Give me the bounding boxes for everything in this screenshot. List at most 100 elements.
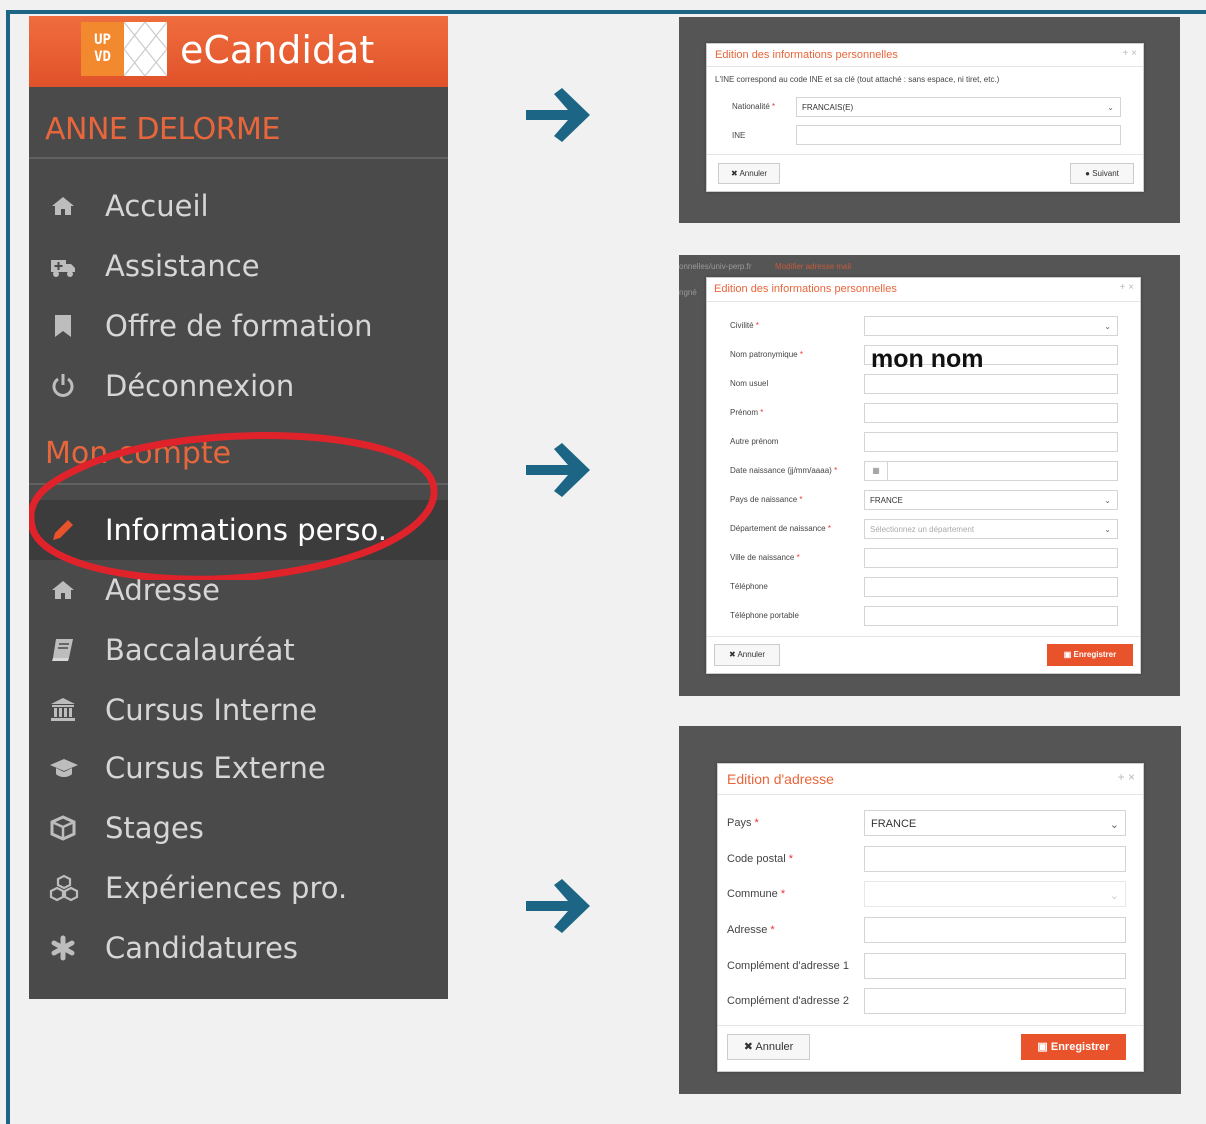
divider	[707, 301, 1140, 302]
field-label: Téléphone portable	[730, 611, 799, 620]
field-label: Département de naissance *	[730, 524, 831, 533]
arrow-right-icon	[526, 88, 590, 142]
chevron-down-icon: ⌄	[1104, 525, 1111, 534]
logo-mark-icon	[123, 21, 168, 77]
nom-usuel-input[interactable]	[864, 374, 1118, 394]
divider	[29, 483, 448, 485]
nav-label: Accueil	[105, 189, 209, 223]
field-label: Complément d'adresse 1	[727, 960, 849, 972]
chevron-down-icon: ⌄	[1104, 496, 1111, 505]
pays-select[interactable]: FRANCE ⌄	[864, 810, 1126, 836]
app-name: eCandidat	[180, 28, 375, 72]
nav-item-offre-de-formation[interactable]: Offre de formation	[29, 296, 448, 356]
screenshot-panel-address: Edition d'adresse + × Pays * FRANCE ⌄ Cod…	[679, 726, 1181, 1094]
book-icon	[49, 636, 77, 664]
home-icon	[49, 192, 77, 220]
background-link: Modifier adresse mail	[775, 262, 852, 271]
field-label: Autre prénom	[730, 437, 779, 446]
ville-naissance-input[interactable]	[864, 548, 1118, 568]
user-name: ANNE DELORME	[45, 112, 280, 147]
nav-item-assistance[interactable]: Assistance	[29, 236, 448, 296]
prenom-input[interactable]	[864, 403, 1118, 423]
nav-label: Adresse	[105, 573, 220, 607]
divider	[707, 154, 1143, 155]
cubes-icon	[49, 874, 79, 902]
sidebar-header: UP VD eCandidat	[29, 16, 448, 87]
field-label: Prénom *	[730, 408, 764, 417]
telephone-input[interactable]	[864, 577, 1118, 597]
autre-prenom-input[interactable]	[864, 432, 1118, 452]
nav-label: Cursus Externe	[105, 751, 326, 785]
field-label: Nom usuel	[730, 379, 769, 388]
commune-select[interactable]: ⌄	[864, 881, 1126, 907]
dialog-window-controls[interactable]: + ×	[1123, 48, 1137, 59]
pays-naissance-select[interactable]: FRANCE ⌄	[864, 490, 1118, 510]
field-label: Civilité *	[730, 321, 759, 330]
nav-item-informations-perso[interactable]: Informations perso.	[29, 500, 448, 560]
frame-border-top	[6, 10, 1206, 14]
dialog-personal-info: Edition des informations personnelles + …	[706, 277, 1141, 674]
background-text: onnelles/univ-perp.fr	[679, 262, 752, 271]
chevron-down-icon: ⌄	[1109, 819, 1119, 831]
complement-adresse-1-input[interactable]	[864, 953, 1126, 979]
bookmark-icon	[49, 312, 77, 340]
field-label: Téléphone	[730, 582, 768, 591]
screenshot-panel-identity: Edition des informations personnelles + …	[679, 17, 1180, 223]
civilite-select[interactable]: ⌄	[864, 316, 1118, 336]
background-text: ngné	[679, 288, 697, 297]
departement-naissance-select[interactable]: Sélectionnez un département ⌄	[864, 519, 1118, 539]
ambulance-icon	[49, 252, 77, 280]
telephone-portable-input[interactable]	[864, 606, 1118, 626]
ine-note: L'INE correspond au code INE et sa clé (…	[715, 75, 1000, 84]
nav-item-cursus-interne[interactable]: Cursus Interne	[29, 680, 448, 740]
nationalite-select[interactable]: FRANCAIS(E) ⌄	[796, 97, 1121, 117]
nav-item-accueil[interactable]: Accueil	[29, 176, 448, 236]
save-button[interactable]: ▣ Enregistrer	[1047, 644, 1133, 666]
app-logo[interactable]: UP VD	[81, 21, 168, 77]
nav-item-adresse[interactable]: Adresse	[29, 560, 448, 620]
nav-item-cursus-externe[interactable]: Cursus Externe	[29, 738, 448, 798]
dialog-window-controls[interactable]: + ×	[1120, 282, 1134, 293]
nav-label: Baccalauréat	[105, 633, 295, 667]
institution-icon	[49, 696, 77, 724]
dialog-identity: Edition des informations personnelles + …	[706, 43, 1144, 192]
nav-item-baccalaureat[interactable]: Baccalauréat	[29, 620, 448, 680]
divider	[707, 66, 1143, 67]
ine-input[interactable]	[796, 125, 1121, 145]
cancel-button[interactable]: ✖ Annuler	[718, 163, 780, 184]
complement-adresse-2-input[interactable]	[864, 988, 1126, 1014]
next-button[interactable]: ● Suivant	[1070, 163, 1134, 184]
divider	[718, 1025, 1143, 1026]
cancel-button[interactable]: ✖ Annuler	[714, 644, 780, 666]
nom-patronymique-input[interactable]: mon nom	[864, 345, 1118, 373]
sidebar: UP VD eCandidat ANNE DELORME Accueil Assi…	[29, 16, 448, 999]
section-title-mon-compte: Mon compte	[45, 436, 232, 471]
chevron-down-icon: ⌄	[1104, 322, 1111, 331]
code-postal-input[interactable]	[864, 846, 1126, 872]
screenshot-panel-personal-info: onnelles/univ-perp.fr Modifier adresse m…	[679, 255, 1180, 696]
date-naissance-input[interactable]: ▦	[864, 461, 1118, 481]
home-icon	[49, 576, 77, 604]
nav-item-experiences-pro[interactable]: Expériences pro.	[29, 858, 448, 918]
arrow-right-icon	[526, 443, 590, 497]
nav-label: Déconnexion	[105, 369, 295, 403]
divider	[707, 636, 1140, 637]
field-label: Complément d'adresse 2	[727, 995, 849, 1007]
cancel-button[interactable]: ✖ Annuler	[727, 1034, 810, 1060]
dialog-window-controls[interactable]: + ×	[1118, 770, 1135, 784]
chevron-down-icon: ⌄	[1107, 103, 1114, 112]
field-label: Pays *	[727, 817, 759, 829]
nav-item-stages[interactable]: Stages	[29, 798, 448, 858]
power-icon	[49, 372, 77, 400]
nav-label: Stages	[105, 811, 204, 845]
nav-item-deconnexion[interactable]: Déconnexion	[29, 356, 448, 416]
divider	[718, 794, 1143, 795]
adresse-input[interactable]	[864, 917, 1126, 943]
arrow-right-icon	[526, 879, 590, 933]
nav-label: Candidatures	[105, 931, 299, 965]
nav-item-candidatures[interactable]: Candidatures	[29, 918, 448, 978]
asterisk-icon	[49, 934, 77, 962]
close-icon: ✖	[743, 1041, 756, 1053]
calendar-icon[interactable]: ▦	[865, 462, 888, 480]
save-button[interactable]: ▣ Enregistrer	[1021, 1034, 1126, 1060]
